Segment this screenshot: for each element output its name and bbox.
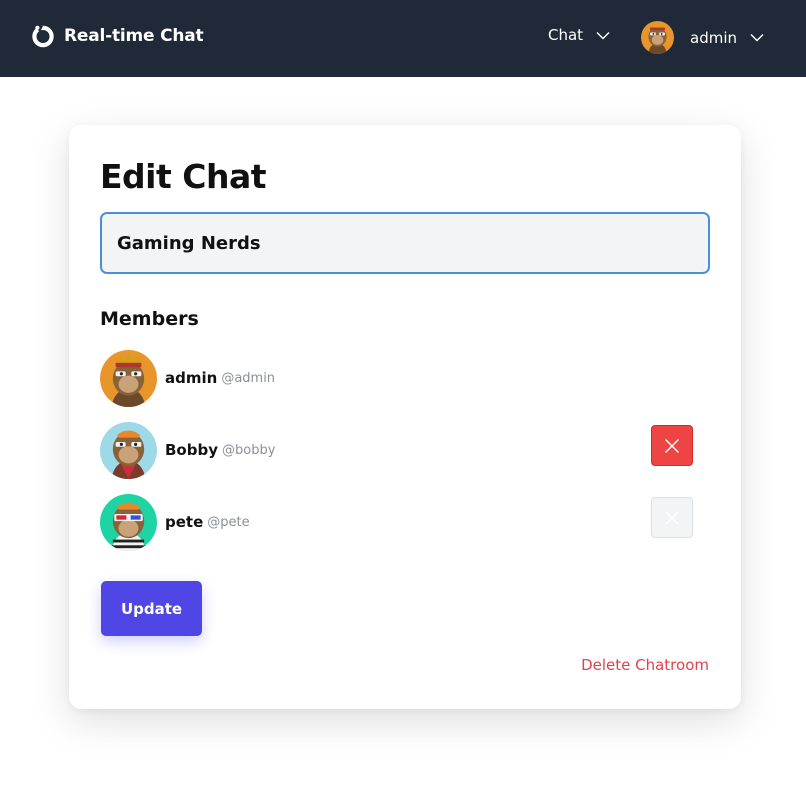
ring-logo-icon xyxy=(32,25,54,48)
ape-lightblue-avatar xyxy=(100,421,157,479)
close-icon xyxy=(665,438,679,453)
member-handle: @pete xyxy=(207,514,250,530)
member-name: pete xyxy=(165,513,204,531)
chat-name-input[interactable] xyxy=(100,212,710,274)
chat-menu-label: Chat xyxy=(548,26,584,44)
chevron-down-icon xyxy=(750,34,764,42)
ape-orange-crown-avatar xyxy=(100,349,157,407)
members-heading: Members xyxy=(100,308,199,330)
edit-chat-card: Edit Chat Members admin @admin xyxy=(69,125,741,709)
user-name: admin xyxy=(690,28,737,47)
delete-chatroom-link[interactable]: Delete Chatroom xyxy=(581,656,709,674)
brand-name: Real-time Chat xyxy=(64,26,204,46)
member-row: admin @admin xyxy=(100,349,695,407)
close-icon xyxy=(665,510,679,525)
member-handle: @bobby xyxy=(222,442,276,458)
remove-member-button[interactable] xyxy=(651,497,693,538)
chevron-down-icon xyxy=(596,31,610,39)
ape-teal-3d-glasses-avatar xyxy=(100,493,157,551)
member-handle: @admin xyxy=(221,370,276,386)
remove-member-button[interactable] xyxy=(651,425,693,466)
member-name: admin xyxy=(165,369,218,387)
member-row: pete @pete xyxy=(100,493,695,551)
user-avatar xyxy=(641,21,674,54)
chat-menu-dropdown[interactable]: Chat xyxy=(548,26,610,44)
user-menu-dropdown[interactable]: admin xyxy=(641,21,764,54)
top-navbar: Real-time Chat Chat admin xyxy=(0,0,806,77)
update-button[interactable]: Update xyxy=(101,581,202,636)
page-title: Edit Chat xyxy=(100,157,267,196)
member-row: Bobby @bobby xyxy=(100,421,695,479)
member-name: Bobby xyxy=(165,441,218,459)
brand[interactable]: Real-time Chat xyxy=(31,24,204,48)
